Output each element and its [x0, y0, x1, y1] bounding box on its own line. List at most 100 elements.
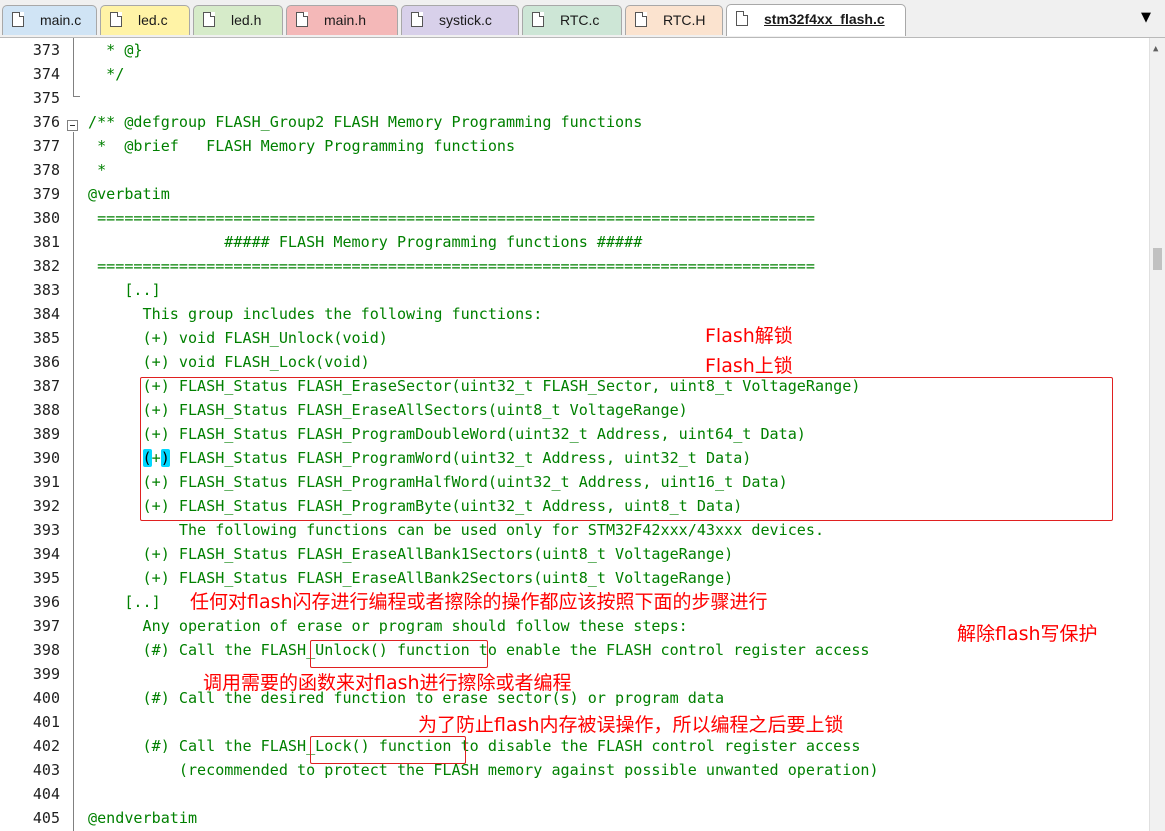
- tab-rtc-c[interactable]: RTC.c: [522, 5, 622, 35]
- line-text: The following functions can be used only…: [88, 521, 825, 539]
- code-line[interactable]: 374 */: [0, 62, 1150, 86]
- file-icon: [110, 12, 122, 27]
- tab-stm32f4xx-flash-c[interactable]: stm32f4xx_flash.c: [726, 4, 906, 36]
- line-number: 378: [32, 161, 60, 179]
- file-icon: [12, 12, 24, 27]
- line-number: 374: [32, 65, 60, 83]
- code-line[interactable]: 375: [0, 86, 1150, 110]
- code-line[interactable]: 395 (+) FLASH_Status FLASH_EraseAllBank2…: [0, 566, 1150, 590]
- code-line[interactable]: 394 (+) FLASH_Status FLASH_EraseAllBank1…: [0, 542, 1150, 566]
- code-line[interactable]: 405 @endverbatim: [0, 806, 1150, 830]
- code-line[interactable]: 377 * @brief FLASH Memory Programming fu…: [0, 134, 1150, 158]
- line-text: *: [88, 161, 107, 179]
- line-text: (+) FLASH_Status FLASH_EraseAllBank1Sect…: [88, 545, 734, 563]
- line-text: (+) FLASH_Status FLASH_EraseAllBank2Sect…: [88, 569, 734, 587]
- code-line[interactable]: 404: [0, 782, 1150, 806]
- line-number: 394: [32, 545, 60, 563]
- fold-end-marker: [73, 96, 80, 97]
- file-icon: [296, 12, 308, 27]
- annotation-box-unlock: [310, 640, 488, 668]
- annotation-box-program-functions: [140, 377, 1113, 521]
- code-line[interactable]: 379 @verbatim: [0, 182, 1150, 206]
- tab-main-h[interactable]: main.h: [286, 5, 398, 35]
- tab-main-c[interactable]: main.c: [2, 5, 97, 35]
- tab-label: main.c: [40, 12, 82, 28]
- line-text: [..]: [88, 593, 161, 611]
- line-number: 379: [32, 185, 60, 203]
- line-number: 399: [32, 665, 60, 683]
- line-number: 377: [32, 137, 60, 155]
- tab-systick-c[interactable]: systick.c: [401, 5, 519, 35]
- file-icon: [411, 12, 423, 27]
- code-editor[interactable]: 373 * @} 374 */375 376/** @defgroup FLASH_…: [0, 38, 1150, 831]
- annotation-call-func: 调用需要的函数来对flash进行擦除或者编程: [203, 672, 572, 694]
- line-number: 396: [32, 593, 60, 611]
- code-line[interactable]: 383 [..]: [0, 278, 1150, 302]
- tab-label: stm32f4xx_flash.c: [764, 11, 885, 27]
- fold-guide: [73, 38, 74, 96]
- line-number: 401: [32, 713, 60, 731]
- tab-led-h[interactable]: led.h: [193, 5, 283, 35]
- code-line[interactable]: 399: [0, 662, 1150, 686]
- annotation-lock: Flash上锁: [705, 355, 793, 377]
- line-number: 383: [32, 281, 60, 299]
- file-icon: [532, 12, 544, 27]
- code-line[interactable]: 376 /** @defgroup FLASH_Group2 FLASH Memo…: [0, 110, 1150, 134]
- editor-tab-bar: main.c led.c led.h main.h systick.c RTC.c RTC.…: [0, 0, 1165, 38]
- annotation-remove-protect: 解除flash写保护: [957, 623, 1098, 645]
- code-line[interactable]: 380 ====================================…: [0, 206, 1150, 230]
- line-text: (+) void FLASH_Unlock(void): [88, 329, 388, 347]
- code-line[interactable]: 402 (#) Call the FLASH_Lock() function t…: [0, 734, 1150, 758]
- line-number: 388: [32, 401, 60, 419]
- fold-collapse-icon[interactable]: [67, 120, 78, 131]
- line-text: (recommended to protect the FLASH memory…: [88, 761, 879, 779]
- code-line[interactable]: 400 (#) Call the desired function to era…: [0, 686, 1150, 710]
- tab-rtc-h[interactable]: RTC.H: [625, 5, 723, 35]
- line-number: 404: [32, 785, 60, 803]
- line-number: 402: [32, 737, 60, 755]
- file-icon: [635, 12, 647, 27]
- scroll-up-arrow-icon[interactable]: ▲: [1153, 44, 1158, 54]
- code-line[interactable]: 378 *: [0, 158, 1150, 182]
- line-text: (#) Call the FLASH_Lock() function to di…: [88, 737, 861, 755]
- line-number: 382: [32, 257, 60, 275]
- line-number: 381: [32, 233, 60, 251]
- line-number: 403: [32, 761, 60, 779]
- line-number: 405: [32, 809, 60, 827]
- code-line[interactable]: 385 (+) void FLASH_Unlock(void): [0, 326, 1150, 350]
- line-text: @endverbatim: [88, 809, 198, 827]
- line-text: * @brief FLASH Memory Programming functi…: [88, 137, 516, 155]
- vertical-scrollbar[interactable]: ▲: [1149, 38, 1165, 831]
- line-number: 393: [32, 521, 60, 539]
- tab-led-c[interactable]: led.c: [100, 5, 190, 35]
- annotation-unlock: Flash解锁: [705, 325, 793, 347]
- line-number: 400: [32, 689, 60, 707]
- code-line[interactable]: 381 ##### FLASH Memory Programming funct…: [0, 230, 1150, 254]
- tab-label: led.h: [231, 12, 262, 28]
- line-number: 389: [32, 425, 60, 443]
- line-text: [..]: [88, 281, 161, 299]
- scrollbar-thumb[interactable]: [1153, 248, 1162, 270]
- annotation-steps: 任何对flash闪存进行编程或者擦除的操作都应该按照下面的步骤进行: [190, 591, 768, 613]
- line-number: 390: [32, 449, 60, 467]
- line-text: ========================================…: [88, 257, 815, 275]
- annotation-prevent: 为了防止flash内存被误操作，所以编程之后要上锁: [418, 714, 844, 736]
- line-text: @verbatim: [88, 185, 170, 203]
- line-text: /** @defgroup FLASH_Group2 FLASH Memory …: [88, 113, 643, 131]
- code-line[interactable]: 382 ====================================…: [0, 254, 1150, 278]
- code-line[interactable]: 384 This group includes the following fu…: [0, 302, 1150, 326]
- tab-label: main.h: [324, 12, 367, 28]
- line-text: Any operation of erase or program should…: [88, 617, 688, 635]
- line-number: 392: [32, 497, 60, 515]
- line-number: 380: [32, 209, 60, 227]
- tab-label: systick.c: [439, 12, 492, 28]
- file-icon: [736, 11, 748, 26]
- code-line[interactable]: 393 The following functions can be used …: [0, 518, 1150, 542]
- line-number: 385: [32, 329, 60, 347]
- code-line[interactable]: 403 (recommended to protect the FLASH me…: [0, 758, 1150, 782]
- fold-guide: [73, 132, 74, 831]
- code-line[interactable]: 373 * @}: [0, 38, 1150, 62]
- code-line[interactable]: 386 (+) void FLASH_Lock(void): [0, 350, 1150, 374]
- dropdown-triangle-icon[interactable]: ▼: [1141, 10, 1151, 25]
- line-text: This group includes the following functi…: [88, 305, 543, 323]
